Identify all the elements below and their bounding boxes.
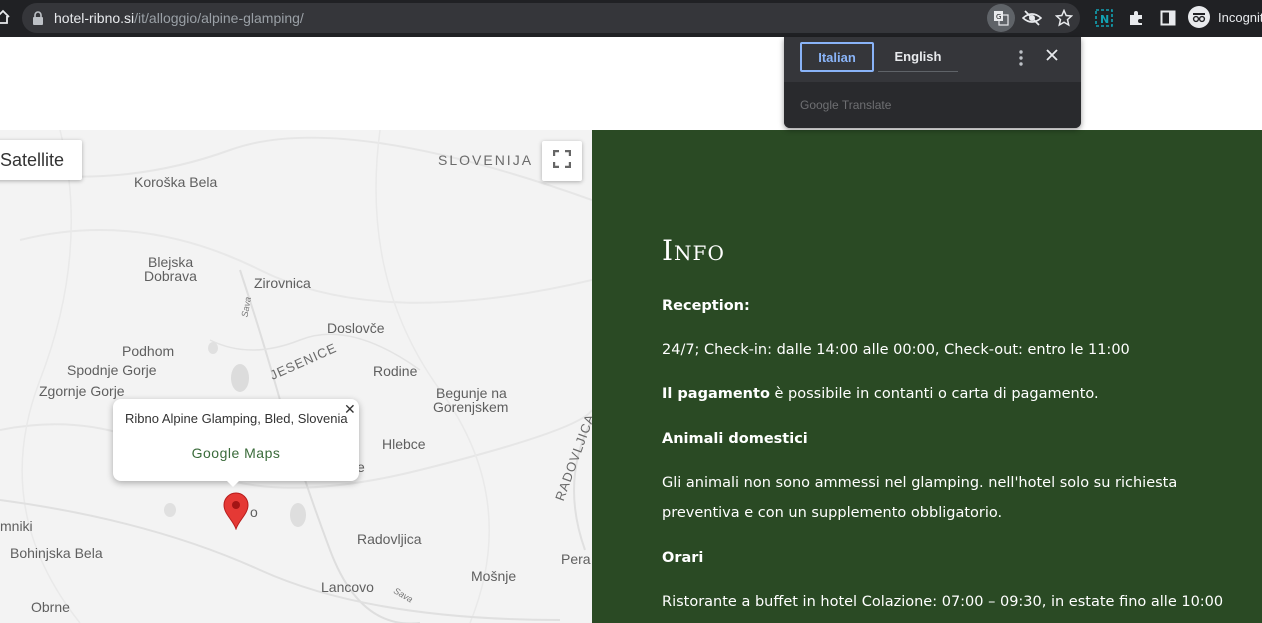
pets-line-1: Gli animali non sono ammessi nel glampin… [662,475,1178,491]
more-options-icon[interactable] [1016,49,1026,72]
incognito-icon [1188,6,1210,28]
url-path: /it/alloggio/alpine-glamping/ [134,10,304,26]
incognito-profile-button[interactable]: Incognito [1188,6,1262,28]
info-panel: Info Reception: 24/7; Check-in: dalle 14… [592,130,1262,623]
lock-icon[interactable] [32,10,44,29]
side-panel-icon[interactable] [1156,6,1180,30]
map-label-town: Rodine [373,363,418,379]
map-label-country: SLOVENIJA [438,152,534,168]
tab-source-language[interactable]: Italian [800,42,874,72]
google-maps-link[interactable]: Google Maps [113,445,359,461]
map-label-town: o [250,504,258,520]
puzzle-extensions-icon[interactable] [1124,6,1148,30]
translate-popup: Italian English Google Translate [784,37,1081,128]
map-label-town: Zgornje Gorje [39,383,125,399]
google-translate-brand: Google Translate [800,98,891,112]
map-label-town: Gorenjskem [433,399,509,415]
map-label-town: Begunje na [436,385,507,401]
browser-toolbar: hotel-ribno.si/it/alloggio/alpine-glampi… [0,0,1262,37]
map-label-town: Bohinjska Bela [10,545,103,561]
extension-n-icon[interactable]: N [1092,6,1116,30]
payment-bold: Il pagamento [662,386,770,402]
url-domain: hotel-ribno.si [54,10,135,26]
url-text[interactable]: hotel-ribno.si/it/alloggio/alpine-glampi… [54,8,304,28]
eye-off-icon[interactable] [1020,6,1044,30]
map-label-town: Blejska [148,254,194,270]
svg-text:G: G [996,13,1001,21]
map-label-town: Hlebce [382,436,426,452]
pets-label: Animali domestici [662,431,808,447]
hours-label: Orari [662,550,704,566]
incognito-label: Incognito [1218,9,1262,25]
fullscreen-icon [552,149,572,172]
map-label-town: Zirovnica [254,275,311,291]
map-label-town: Radovljica [357,531,422,547]
brand-translate: Translate [841,98,892,112]
translate-icon[interactable]: G [987,4,1015,32]
map-label-town: Doslovče [327,320,385,336]
map-label-town: Lancovo [321,579,374,595]
svg-text:N: N [1100,13,1109,26]
satellite-map-type-button[interactable]: Satellite [0,140,82,180]
pets-line-2: preventiva e con un supplemento obbligat… [662,505,1003,521]
close-icon[interactable] [1045,48,1059,67]
map-label-town: Obrne [31,599,70,615]
close-icon[interactable]: ✕ [344,401,356,418]
info-window-title: Ribno Alpine Glamping, Bled, Slovenia [125,411,348,426]
map-label-town: Pera [561,551,591,567]
map-label-town: Podhom [122,343,175,359]
fullscreen-button[interactable] [542,141,582,181]
home-icon[interactable] [0,8,12,26]
map-marker-icon[interactable] [222,492,250,534]
map-label-town: Spodnje Gorje [67,362,157,378]
map-label-town: mniki [0,518,33,534]
info-heading: Info [662,234,725,267]
google-map[interactable]: Satellite SLOVENIJA Koroška Bela Blejska… [0,130,592,623]
map-label-town: Dobrava [144,268,197,284]
hours-text: Ristorante a buffet in hotel Colazione: … [662,594,1224,610]
reception-text: 24/7; Check-in: dalle 14:00 alle 00:00, … [662,342,1130,358]
map-info-window: Ribno Alpine Glamping, Bled, Slovenia ✕ … [113,399,359,487]
brand-google: Google [800,98,839,112]
info-window-tail [225,479,241,487]
star-icon[interactable] [1052,6,1076,30]
payment-text: Il pagamento è possibile in contanti o c… [662,379,1252,409]
tab-target-language[interactable]: English [878,42,958,72]
map-label-town: Mošnje [471,568,517,584]
payment-rest: è possibile in contanti o carta di pagam… [769,386,1099,402]
translate-footer: Google Translate [784,82,1081,128]
reception-label: Reception: [662,298,750,314]
map-label-town: Koroška Bela [134,174,218,190]
